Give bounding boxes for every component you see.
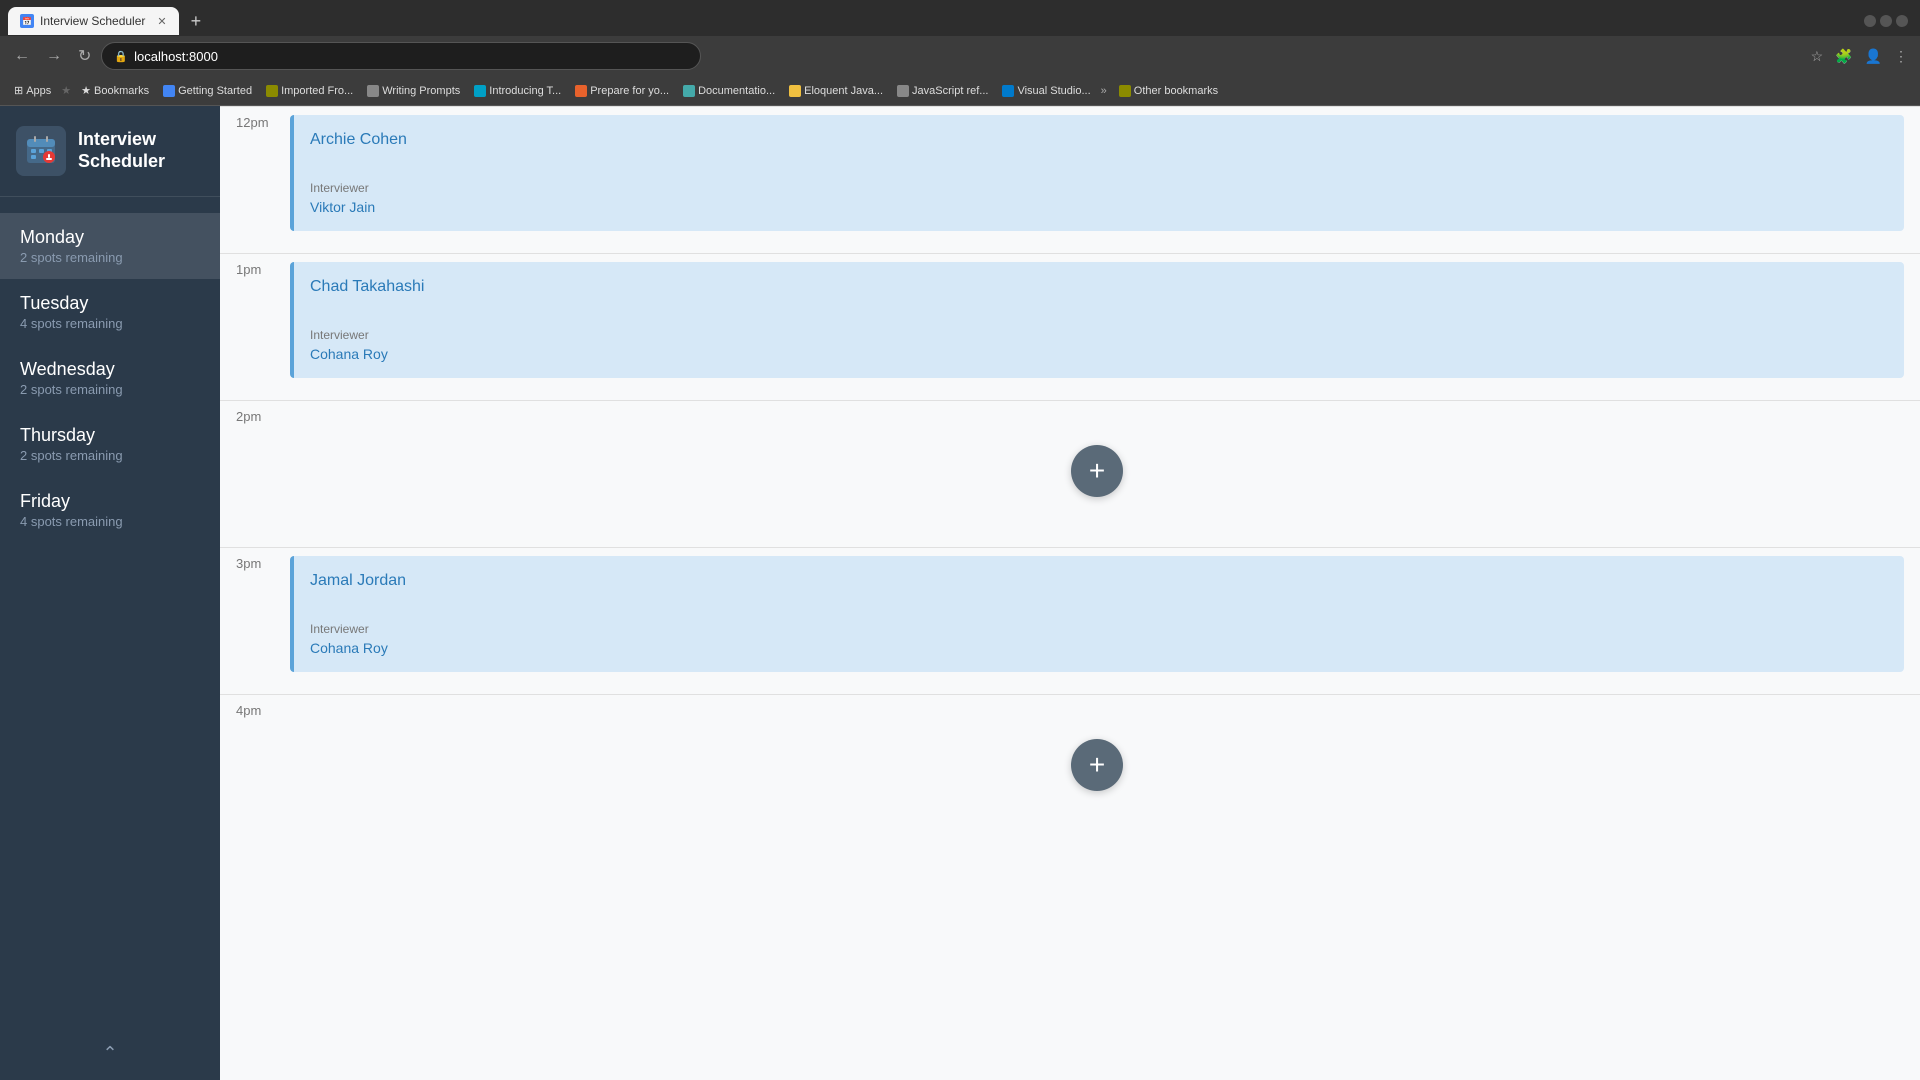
tab-close-button[interactable]: ✕ xyxy=(157,15,166,28)
active-tab[interactable]: 📅 Interview Scheduler ✕ xyxy=(8,7,179,35)
new-tab-button[interactable]: + xyxy=(183,12,210,30)
maximize-button[interactable] xyxy=(1880,15,1892,27)
slot-content-2pm: + xyxy=(290,401,1920,541)
js-ref-icon xyxy=(897,85,909,97)
sidebar-item-friday[interactable]: Friday 4 spots remaining xyxy=(0,477,220,543)
getting-started-icon xyxy=(163,85,175,97)
sidebar-item-monday[interactable]: Monday 2 spots remaining xyxy=(0,213,220,279)
interview-card-jamal[interactable]: Jamal Jordan Interviewer Cohana Roy xyxy=(290,556,1904,672)
docs-icon xyxy=(683,85,695,97)
vscode-bookmark[interactable]: Visual Studio... xyxy=(996,83,1096,99)
sidebar-collapse-icon[interactable]: ⌃ xyxy=(102,1043,117,1064)
sidebar-item-thursday[interactable]: Thursday 2 spots remaining xyxy=(0,411,220,477)
imported-bookmark[interactable]: Imported Fro... xyxy=(260,83,359,99)
js-ref-bookmark[interactable]: JavaScript ref... xyxy=(891,83,994,99)
sidebar-nav: Monday 2 spots remaining Tuesday 4 spots… xyxy=(0,197,220,1027)
interviewer-name-3pm: Cohana Roy xyxy=(310,640,1888,656)
prepare-bookmark[interactable]: Prepare for yo... xyxy=(569,83,675,99)
time-slot-4pm: 4pm + xyxy=(220,694,1920,841)
other-bookmarks-icon xyxy=(1119,85,1131,97)
tab-title: Interview Scheduler xyxy=(40,14,145,28)
candidate-name-archie: Archie Cohen xyxy=(310,131,1888,149)
introducing-icon xyxy=(474,85,486,97)
time-label-3pm: 3pm xyxy=(220,548,290,571)
menu-icon[interactable]: ⋮ xyxy=(1890,44,1912,69)
candidate-name-jamal: Jamal Jordan xyxy=(310,572,1888,590)
docs-bookmark[interactable]: Documentatio... xyxy=(677,83,781,99)
app-title: Interview Scheduler xyxy=(78,129,165,172)
slot-content-12pm: Archie Cohen Interviewer Viktor Jain xyxy=(290,107,1920,239)
prepare-icon xyxy=(575,85,587,97)
sidebar-footer: ⌃ xyxy=(0,1027,220,1080)
slot-content-3pm: Jamal Jordan Interviewer Cohana Roy xyxy=(290,548,1920,680)
time-slot-3pm: 3pm Jamal Jordan Interviewer Cohana Roy xyxy=(220,547,1920,694)
apps-bookmark[interactable]: ⊞ Apps xyxy=(8,82,57,99)
time-slot-1pm: 1pm Chad Takahashi Interviewer Cohana Ro… xyxy=(220,253,1920,400)
slot-content-4pm: + xyxy=(290,695,1920,835)
app-container: Interview Scheduler Monday 2 spots remai… xyxy=(0,106,1920,1080)
address-bar[interactable]: 🔒 xyxy=(101,42,701,70)
bookmark-star-icon[interactable]: ☆ xyxy=(1807,44,1828,69)
add-interview-button-4pm[interactable]: + xyxy=(1071,739,1123,791)
time-label-12pm: 12pm xyxy=(220,107,290,130)
sidebar: Interview Scheduler Monday 2 spots remai… xyxy=(0,106,220,1080)
time-label-4pm: 4pm xyxy=(220,695,290,718)
introducing-bookmark[interactable]: Introducing T... xyxy=(468,83,567,99)
time-slot-2pm: 2pm + xyxy=(220,400,1920,547)
interviewer-label-1pm: Interviewer xyxy=(310,328,1888,342)
interviewer-name-12pm: Viktor Jain xyxy=(310,199,1888,215)
browser-chrome: 📅 Interview Scheduler ✕ + ← → ↻ 🔒 ☆ 🧩 👤 … xyxy=(0,0,1920,106)
back-button[interactable]: ← xyxy=(8,43,36,69)
bookmarks-icon: ★ xyxy=(81,84,91,97)
address-input[interactable] xyxy=(134,49,688,64)
app-logo xyxy=(16,126,66,176)
profile-icon[interactable]: 👤 xyxy=(1861,44,1886,69)
interviewer-label-3pm: Interviewer xyxy=(310,622,1888,636)
interview-card-chad[interactable]: Chad Takahashi Interviewer Cohana Roy xyxy=(290,262,1904,378)
writing-prompts-icon xyxy=(367,85,379,97)
minimize-button[interactable] xyxy=(1864,15,1876,27)
other-bookmarks[interactable]: Other bookmarks xyxy=(1113,83,1224,99)
interview-card-archie[interactable]: Archie Cohen Interviewer Viktor Jain xyxy=(290,115,1904,231)
forward-button[interactable]: → xyxy=(40,43,68,69)
close-button[interactable] xyxy=(1896,15,1908,27)
bookmarks-folder[interactable]: ★ Bookmarks xyxy=(75,82,155,99)
reload-button[interactable]: ↻ xyxy=(72,42,97,70)
eloquent-icon xyxy=(789,85,801,97)
eloquent-bookmark[interactable]: Eloquent Java... xyxy=(783,83,889,99)
sidebar-header: Interview Scheduler xyxy=(0,106,220,197)
time-label-1pm: 1pm xyxy=(220,254,290,277)
extensions-icon[interactable]: 🧩 xyxy=(1831,44,1856,69)
apps-grid-icon: ⊞ xyxy=(14,84,23,97)
imported-icon xyxy=(266,85,278,97)
interviewer-name-1pm: Cohana Roy xyxy=(310,346,1888,362)
interviewer-label-12pm: Interviewer xyxy=(310,181,1888,195)
lock-icon: 🔒 xyxy=(114,50,128,63)
writing-prompts-bookmark[interactable]: Writing Prompts xyxy=(361,83,466,99)
getting-started-bookmark[interactable]: Getting Started xyxy=(157,83,258,99)
schedule-timeline: 12pm Archie Cohen Interviewer Viktor Jai… xyxy=(220,106,1920,841)
slot-content-1pm: Chad Takahashi Interviewer Cohana Roy xyxy=(290,254,1920,386)
bookmarks-more[interactable]: » xyxy=(1101,85,1107,97)
time-label-2pm: 2pm xyxy=(220,401,290,424)
sidebar-item-wednesday[interactable]: Wednesday 2 spots remaining xyxy=(0,345,220,411)
sidebar-item-tuesday[interactable]: Tuesday 4 spots remaining xyxy=(0,279,220,345)
add-interview-button-2pm[interactable]: + xyxy=(1071,445,1123,497)
main-content: 12pm Archie Cohen Interviewer Viktor Jai… xyxy=(220,106,1920,1080)
vscode-icon xyxy=(1002,85,1014,97)
candidate-name-chad: Chad Takahashi xyxy=(310,278,1888,296)
time-slot-12pm: 12pm Archie Cohen Interviewer Viktor Jai… xyxy=(220,106,1920,253)
